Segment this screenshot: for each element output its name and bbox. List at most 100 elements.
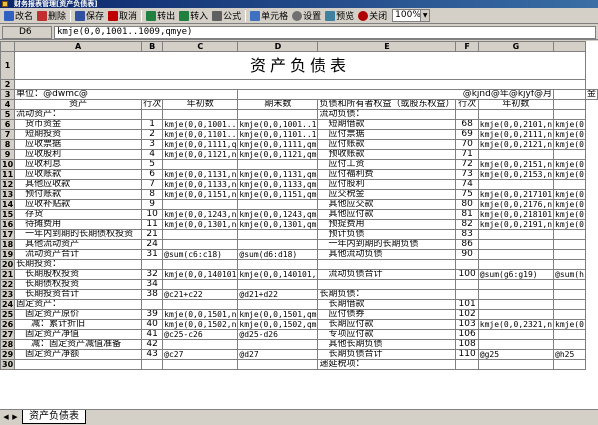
asset-opening[interactable] — [162, 299, 239, 310]
asset-opening[interactable]: kmje(0,0,1101.. — [162, 129, 239, 140]
asset-line-no[interactable]: 38 — [141, 289, 164, 300]
asset-closing[interactable] — [237, 359, 319, 370]
liability-opening[interactable] — [477, 309, 555, 320]
asset-name[interactable]: 应收股利 — [14, 149, 143, 160]
liability-name[interactable]: 流动负债合计 — [317, 269, 457, 280]
column-title[interactable]: 期末数 — [237, 99, 319, 110]
liability-line-no[interactable]: 102 — [455, 309, 479, 320]
asset-closing[interactable] — [237, 239, 319, 250]
asset-line-no[interactable]: 4 — [141, 149, 164, 160]
liability-closing[interactable] — [553, 149, 586, 160]
asset-opening[interactable]: kmje(0,0,1111,q — [162, 139, 239, 150]
save-button[interactable]: 保存 — [73, 9, 106, 23]
asset-closing[interactable] — [237, 299, 319, 310]
liability-closing[interactable] — [553, 239, 586, 250]
liability-closing[interactable] — [553, 109, 586, 120]
liability-closing[interactable]: kmje(0 — [553, 129, 586, 140]
asset-opening[interactable]: kmje(0,0,1121,n — [162, 149, 239, 160]
liability-closing[interactable] — [553, 249, 586, 260]
liability-name[interactable]: 预提费用 — [317, 219, 457, 230]
liability-line-no[interactable]: 82 — [455, 219, 479, 230]
spreadsheet-grid[interactable]: A B C D E F G 1 资产负债表 2 3 单位：@dwmc@ @kjnd@年@kjyf@月金 4… — [0, 41, 598, 409]
cell[interactable] — [553, 89, 586, 100]
asset-name[interactable]: 应收补贴款 — [14, 199, 143, 210]
liability-opening[interactable]: kmje(0,0,2321,n — [477, 319, 555, 330]
liability-closing[interactable]: kmje(0 — [553, 209, 586, 220]
liability-opening[interactable]: kmje(0,0,2121,n — [477, 139, 555, 150]
asset-closing[interactable] — [237, 259, 319, 270]
asset-line-no[interactable]: 1 — [141, 119, 164, 130]
row-header[interactable]: 23 — [0, 289, 16, 300]
liability-name[interactable]: 一年内到期的长期负债 — [317, 239, 457, 250]
asset-opening[interactable] — [162, 239, 239, 250]
liability-opening[interactable]: kmje(0,0,2151,n — [477, 159, 555, 170]
row-header[interactable]: 20 — [0, 259, 16, 270]
column-title[interactable]: 负债和所有者权益（或股东权益） — [317, 99, 457, 110]
asset-name[interactable]: 应收账款 — [14, 169, 143, 180]
asset-line-no[interactable]: 5 — [141, 159, 164, 170]
liability-line-no[interactable]: 73 — [455, 169, 479, 180]
liability-closing[interactable]: kmje(0 — [553, 319, 586, 330]
asset-name[interactable]: 短期投资 — [14, 129, 143, 140]
asset-name[interactable]: 流动资产： — [14, 109, 143, 120]
liability-opening[interactable] — [477, 329, 555, 340]
asset-name[interactable] — [14, 359, 143, 370]
asset-line-no[interactable]: 6 — [141, 169, 164, 180]
column-header[interactable]: G — [477, 41, 555, 52]
delete-button[interactable]: 删除 — [35, 9, 68, 23]
liability-opening[interactable]: kmje(0,0,2111,n — [477, 129, 555, 140]
asset-closing[interactable] — [237, 229, 319, 240]
formula-input[interactable]: kmje(0,0,1001..1009,qmye) — [54, 26, 596, 39]
rename-button[interactable]: 改名 — [2, 9, 35, 23]
liability-line-no[interactable]: 68 — [455, 119, 479, 130]
column-header[interactable]: D — [237, 41, 319, 52]
asset-closing[interactable]: kmje(0,0,140101, — [237, 269, 319, 280]
asset-closing[interactable]: @d21+d22 — [237, 289, 319, 300]
asset-closing[interactable]: @sum(d6:d18) — [237, 249, 319, 260]
asset-closing[interactable]: @d27 — [237, 349, 319, 360]
asset-name[interactable]: 预付账款 — [14, 189, 143, 200]
export-button[interactable]: 转出 — [144, 9, 177, 23]
asset-line-no[interactable] — [141, 109, 164, 120]
zoom-select[interactable]: 100% ▼ — [392, 9, 431, 22]
liability-line-no[interactable]: 90 — [455, 249, 479, 260]
settings-button[interactable]: 设置 — [290, 9, 323, 23]
row-header[interactable]: 19 — [0, 249, 16, 260]
liability-line-no[interactable]: 71 — [455, 149, 479, 160]
liability-closing[interactable] — [553, 259, 586, 270]
asset-name[interactable]: 应收票据 — [14, 139, 143, 150]
asset-opening[interactable]: kmje(0,0,140101 — [162, 269, 239, 280]
asset-name[interactable]: 减：累计折旧 — [14, 319, 143, 330]
row-header[interactable]: 13 — [0, 189, 16, 200]
row-header[interactable]: 16 — [0, 219, 16, 230]
asset-name[interactable]: 应收利息 — [14, 159, 143, 170]
column-header[interactable]: B — [141, 41, 164, 52]
asset-closing[interactable]: kmje(0,0,1502,qm — [237, 319, 319, 330]
liability-closing[interactable] — [553, 339, 586, 350]
row-header[interactable]: 10 — [0, 159, 16, 170]
liability-name[interactable]: 流动负债： — [317, 109, 457, 120]
asset-line-no[interactable]: 34 — [141, 279, 164, 290]
liability-name[interactable]: 其他应交款 — [317, 199, 457, 210]
asset-line-no[interactable]: 21 — [141, 229, 164, 240]
liability-line-no[interactable] — [455, 359, 479, 370]
cell-reference-box[interactable]: D6 — [2, 26, 52, 39]
row-header[interactable]: 17 — [0, 229, 16, 240]
liability-line-no[interactable]: 100 — [455, 269, 479, 280]
liability-closing[interactable]: kmje(0 — [553, 169, 586, 180]
liability-opening[interactable] — [477, 149, 555, 160]
asset-line-no[interactable]: 40 — [141, 319, 164, 330]
asset-line-no[interactable]: 3 — [141, 139, 164, 150]
liability-closing[interactable]: kmje(0 — [553, 159, 586, 170]
liability-closing[interactable] — [553, 299, 586, 310]
asset-opening[interactable]: kmje(0,0,1131,n — [162, 169, 239, 180]
liability-line-no[interactable]: 81 — [455, 209, 479, 220]
liability-line-no[interactable]: 110 — [455, 349, 479, 360]
row-header[interactable]: 18 — [0, 239, 16, 250]
asset-closing[interactable]: kmje(0,0,1101..1 — [237, 129, 319, 140]
asset-opening[interactable] — [162, 259, 239, 270]
asset-name[interactable]: 长期投资合计 — [14, 289, 143, 300]
liability-line-no[interactable]: 70 — [455, 139, 479, 150]
liability-opening[interactable] — [477, 179, 555, 190]
liability-name[interactable]: 应交税金 — [317, 189, 457, 200]
